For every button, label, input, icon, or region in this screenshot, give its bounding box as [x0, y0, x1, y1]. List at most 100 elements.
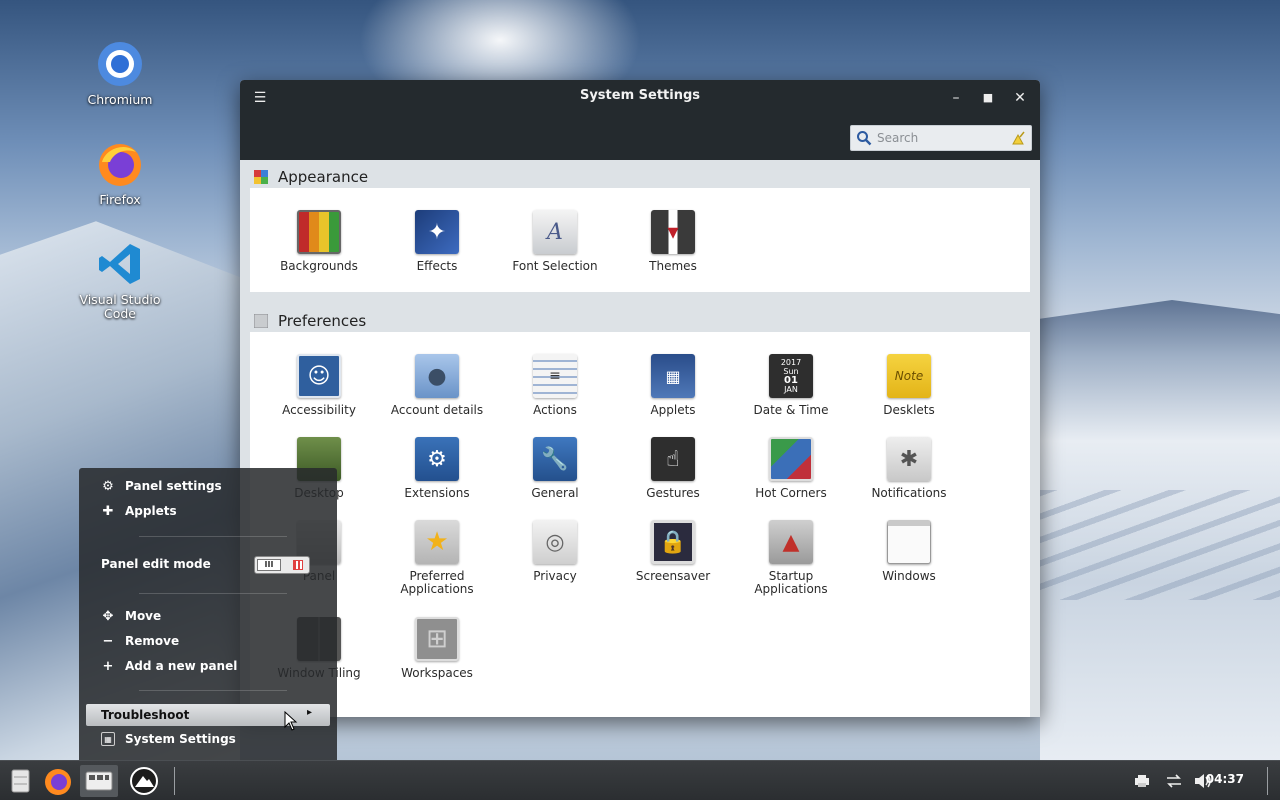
settings-item-preferred-applications[interactable]: ★ Preferred Applications: [378, 520, 496, 596]
system-settings-icon: ▦: [101, 732, 115, 746]
section-title: Appearance: [278, 168, 369, 186]
submenu-arrow-icon: ▸: [306, 707, 312, 718]
item-label: Privacy: [533, 569, 577, 583]
settings-item-privacy[interactable]: ◎ Privacy: [496, 520, 614, 583]
item-label: Preferred Applications: [400, 569, 474, 596]
menu-item-applets[interactable]: ✚ Applets: [101, 501, 177, 521]
search-placeholder: Search: [877, 131, 919, 145]
settings-item-gestures[interactable]: ☝ Gestures: [614, 437, 732, 500]
item-label: Account details: [390, 403, 484, 417]
item-label: Screensaver: [635, 569, 711, 583]
settings-item-notifications[interactable]: ✱ Notifications: [850, 437, 968, 500]
taskbar[interactable]: 04:37: [0, 760, 1280, 800]
item-label: Applets: [650, 403, 696, 417]
minimize-button[interactable]: –: [946, 88, 966, 108]
settings-item-windows[interactable]: Windows: [850, 520, 968, 583]
clear-search-icon[interactable]: [1009, 129, 1027, 147]
item-label: Effects: [416, 259, 458, 273]
system-settings-window[interactable]: ☰ System Settings – ■ ✕ Search Appearanc…: [240, 80, 1040, 717]
taskbar-separator: [174, 767, 175, 795]
maximize-button[interactable]: ■: [978, 88, 998, 108]
menu-item-label: Applets: [125, 504, 177, 518]
general-icon: 🔧: [533, 437, 577, 481]
menu-item-panel-edit-mode[interactable]: Panel edit mode: [101, 554, 211, 574]
workspaces-icon: ⊞: [415, 617, 459, 661]
settings-item-date-time[interactable]: 2017 Sun 01 JAN Date & Time: [732, 354, 850, 417]
vscode-icon: [99, 244, 140, 284]
item-label: General: [531, 486, 579, 500]
panel-edit-mode-toggle[interactable]: III: [254, 556, 310, 574]
settings-item-workspaces[interactable]: ⊞ Workspaces: [378, 617, 496, 680]
item-label: Font Selection: [512, 259, 598, 273]
mountain-icon: [130, 767, 158, 795]
menu-item-label: Remove: [125, 634, 180, 648]
window-titlebar[interactable]: ☰ System Settings – ■ ✕ Search: [240, 80, 1040, 160]
close-button[interactable]: ✕: [1010, 88, 1030, 108]
menu-item-remove[interactable]: − Remove: [101, 631, 180, 651]
applets-icon: ▦: [651, 354, 695, 398]
item-label: Startup Applications: [754, 569, 828, 596]
startup-applications-icon: ▲: [769, 520, 813, 564]
desktop-icon-label: Firefox: [99, 192, 141, 207]
date-icon-year: 2017: [780, 358, 802, 367]
taskbar-firefox[interactable]: [42, 765, 74, 797]
menu-button[interactable]: [4, 765, 36, 797]
panel-context-menu[interactable]: ⚙ Panel settings ✚ Applets Panel edit mo…: [79, 468, 337, 760]
search-icon: [857, 131, 872, 146]
preferences-section-icon: [254, 314, 268, 328]
window-title: System Settings: [579, 88, 701, 103]
item-label: Hot Corners: [755, 486, 827, 500]
menu-item-add-panel[interactable]: + Add a new panel: [101, 656, 238, 676]
menu-separator: [139, 536, 287, 537]
printer-icon[interactable]: [1132, 765, 1152, 797]
menu-separator: [139, 593, 287, 594]
settings-item-effects[interactable]: ✦ Effects: [378, 210, 496, 273]
settings-item-backgrounds[interactable]: Backgrounds: [260, 210, 378, 273]
show-desktop-separator[interactable]: [1267, 767, 1268, 795]
notifications-icon: ✱: [887, 437, 931, 481]
move-icon: ✥: [102, 608, 114, 624]
desktop-icon-firefox[interactable]: Firefox: [70, 140, 170, 207]
menu-item-move[interactable]: ✥ Move: [101, 606, 162, 626]
settings-item-general[interactable]: 🔧 General: [496, 437, 614, 500]
menu-item-panel-settings[interactable]: ⚙ Panel settings: [101, 476, 222, 496]
hot-corners-icon: [769, 437, 813, 481]
desktop-icon-chromium[interactable]: Chromium: [70, 40, 170, 107]
firefox-icon: [99, 144, 141, 186]
screensaver-icon: 🔒: [651, 520, 695, 564]
accessibility-icon: ☺: [297, 354, 341, 398]
settings-item-accessibility[interactable]: ☺ Accessibility: [260, 354, 378, 417]
menu-item-label: System Settings: [125, 732, 236, 746]
settings-item-startup-applications[interactable]: ▲ Startup Applications: [732, 520, 850, 596]
date-icon-month: JAN: [784, 385, 798, 394]
search-input[interactable]: Search: [850, 125, 1032, 151]
menu-item-system-settings[interactable]: ▦ System Settings: [101, 729, 236, 749]
menu-item-label: Move: [125, 609, 162, 623]
settings-item-screensaver[interactable]: 🔒 Screensaver: [614, 520, 732, 583]
item-label: Backgrounds: [280, 259, 358, 273]
desktop-icon-vscode[interactable]: Visual Studio Code: [70, 240, 170, 321]
taskbar-mountain-app[interactable]: [128, 765, 160, 797]
date-time-icon: 2017 Sun 01 JAN: [769, 354, 813, 398]
item-label: Workspaces: [401, 666, 473, 680]
windows-icon: [887, 520, 931, 564]
network-icon[interactable]: [1164, 765, 1184, 797]
settings-item-themes[interactable]: ▾ Themes: [614, 210, 732, 273]
preferred-applications-icon: ★: [415, 520, 459, 564]
settings-item-desklets[interactable]: Note Desklets: [850, 354, 968, 417]
clock[interactable]: 04:37: [1206, 772, 1244, 786]
item-label: Extensions: [404, 486, 470, 500]
settings-item-account-details[interactable]: ● Account details: [378, 354, 496, 417]
account-details-icon: ●: [415, 354, 459, 398]
settings-item-applets[interactable]: ▦ Applets: [614, 354, 732, 417]
section-header-preferences: Preferences: [254, 310, 366, 332]
settings-item-extensions[interactable]: ⚙ Extensions: [378, 437, 496, 500]
desktop-icon-label: Visual Studio Code: [79, 292, 161, 321]
taskbar-system-settings[interactable]: [80, 765, 118, 797]
plus-icon: +: [102, 658, 114, 674]
settings-item-font-selection[interactable]: A Font Selection: [496, 210, 614, 273]
settings-item-hot-corners[interactable]: Hot Corners: [732, 437, 850, 500]
settings-item-actions[interactable]: ≡ Actions: [496, 354, 614, 417]
mouse-cursor-icon: [284, 711, 298, 731]
appearance-section-icon: [254, 170, 268, 184]
